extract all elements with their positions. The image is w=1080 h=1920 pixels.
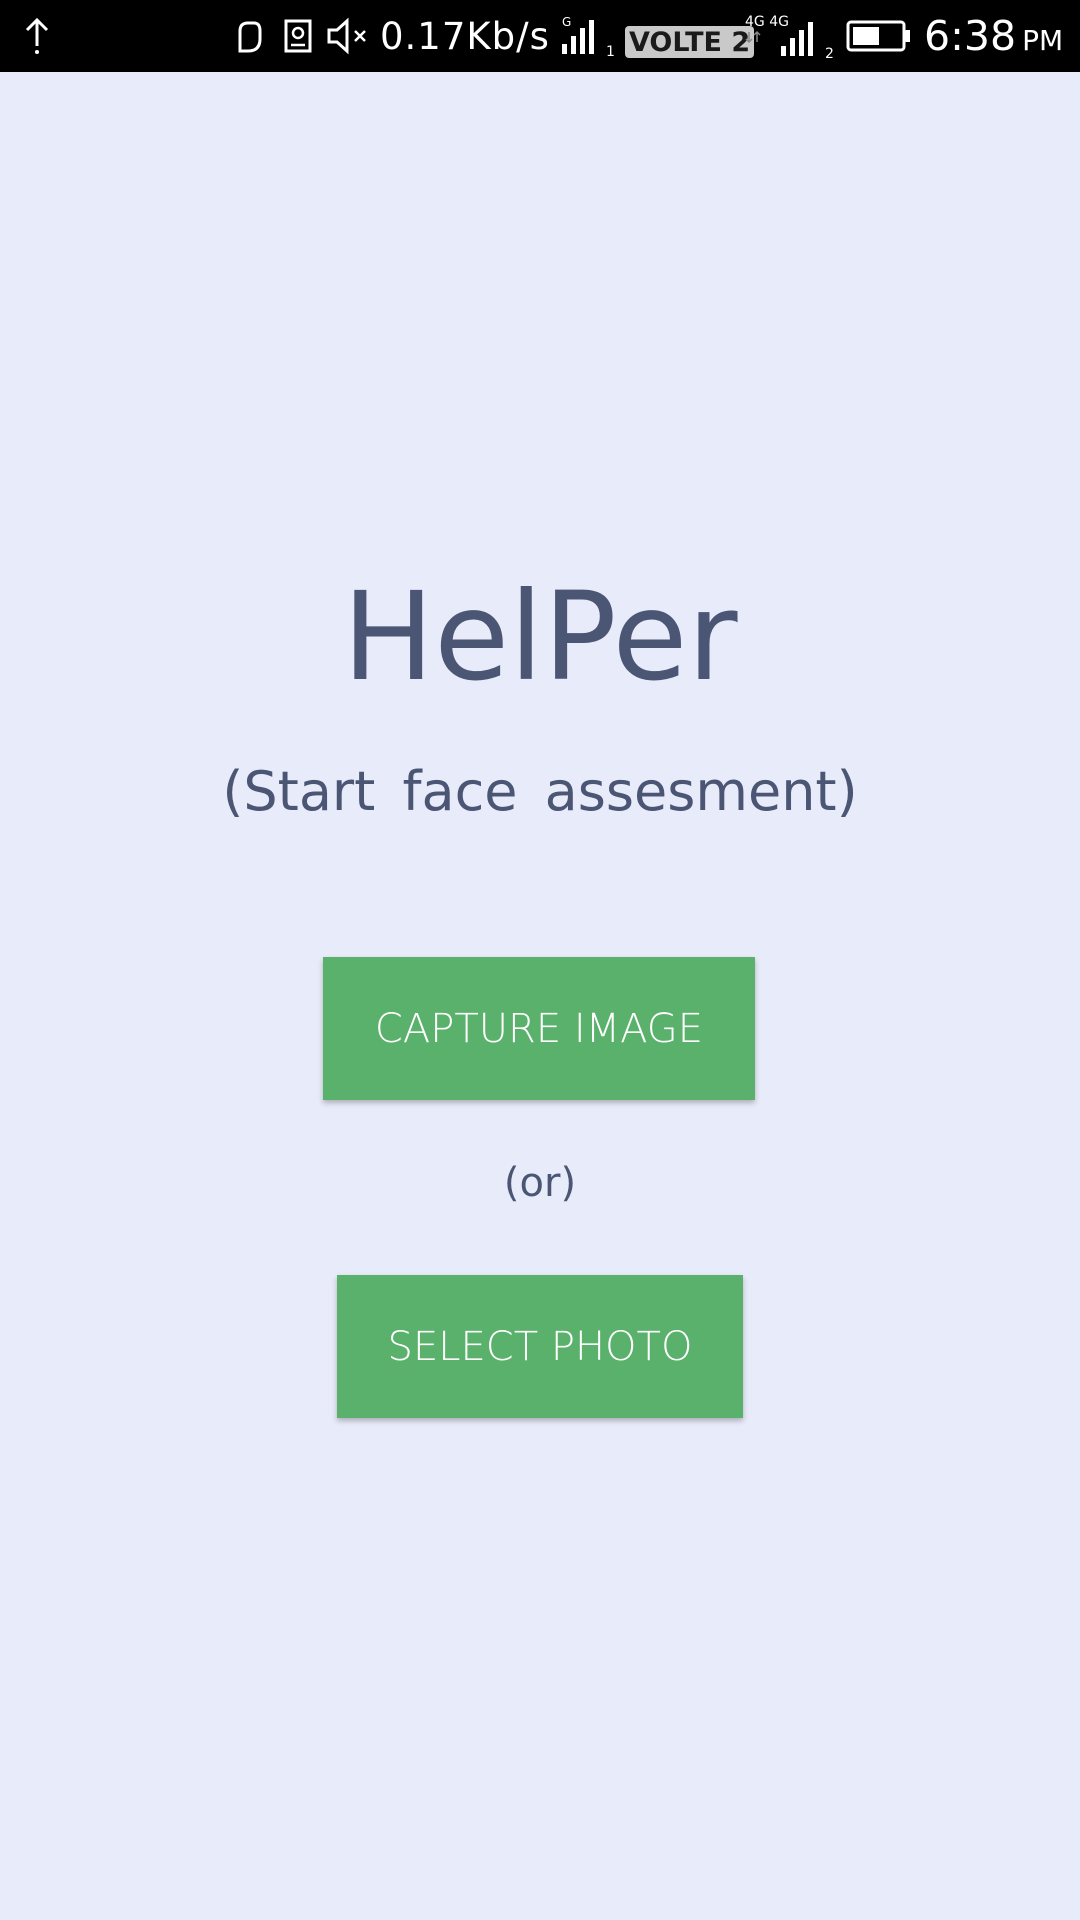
sim1-index-label: 1: [606, 44, 615, 58]
or-separator: (or): [503, 1160, 577, 1206]
main-content: HelPer (Start face assesment) CAPTURE IM…: [0, 72, 1080, 1920]
sim2-index-label: 2: [825, 46, 834, 60]
signal-sim1-icon: G 1: [560, 0, 616, 72]
photo-frame-icon: [283, 0, 313, 72]
sim1-tech-label: G: [562, 15, 571, 29]
clock-ampm: PM: [1022, 23, 1064, 57]
speaker-muted-icon: [325, 0, 369, 72]
select-photo-button[interactable]: SELECT PHOTO: [337, 1275, 743, 1418]
capture-image-button[interactable]: CAPTURE IMAGE: [323, 957, 755, 1100]
battery-icon: [846, 0, 912, 72]
network-speed: 0.17Kb/s: [380, 14, 550, 58]
clock-time: 6:38: [924, 12, 1017, 60]
status-bar: 0.17Kb/s G 1 VOLTE 2 4G 4G 2 6:38 PM: [0, 0, 1080, 72]
upload-arrow-icon: [22, 0, 52, 72]
clock: 6:38 PM: [924, 0, 1063, 72]
app-title: HelPer: [342, 566, 738, 708]
subtitle: (Start face assesment): [222, 760, 858, 823]
volte-badge: VOLTE 2: [625, 26, 755, 58]
hand-icon: [234, 0, 266, 72]
signal-sim2-icon: 4G 4G 2: [743, 0, 835, 72]
sim2-tech-label: 4G 4G: [745, 14, 789, 30]
